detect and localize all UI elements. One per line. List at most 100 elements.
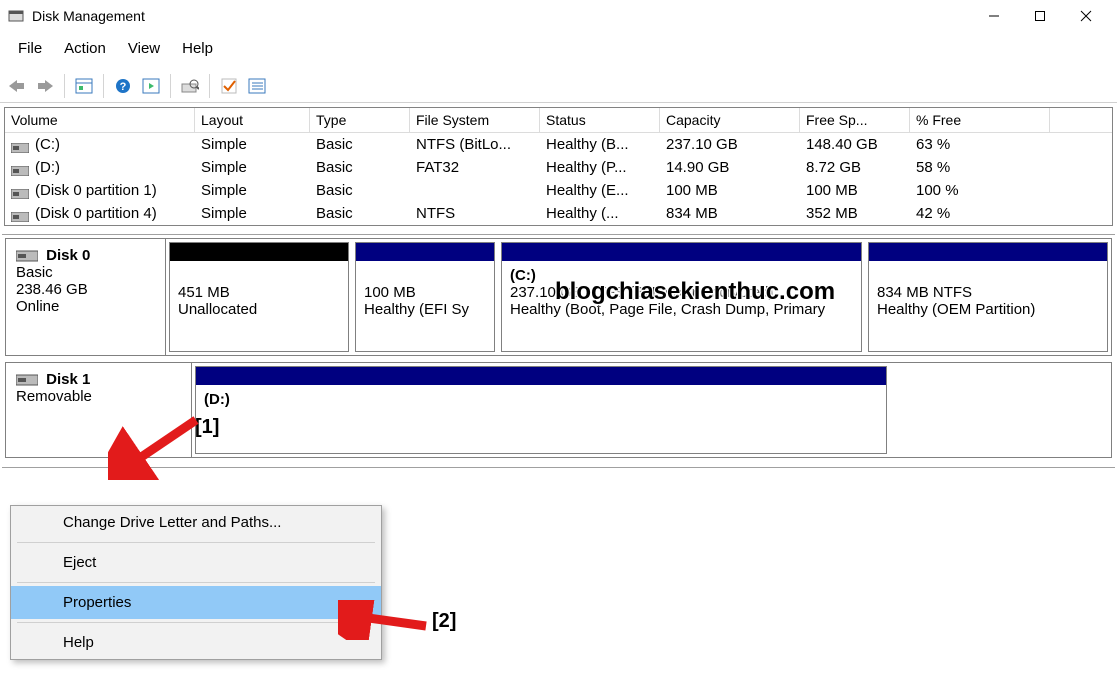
- volume-layout: Simple: [195, 156, 310, 179]
- partition-size: 834 MB NTFS: [877, 284, 972, 301]
- volume-free: 8.72 GB: [800, 156, 910, 179]
- volume-type: Basic: [310, 202, 410, 225]
- col-layout[interactable]: Layout: [195, 108, 310, 132]
- disk-icon: [16, 249, 38, 263]
- check-icon[interactable]: [216, 73, 242, 99]
- volume-pct: 42 %: [910, 202, 1050, 225]
- partition-status: Unallocated: [178, 301, 257, 318]
- col-pct-free[interactable]: % Free: [910, 108, 1050, 132]
- menu-help[interactable]: Help: [172, 38, 223, 59]
- ctx-eject[interactable]: Eject: [11, 546, 381, 579]
- col-free[interactable]: Free Sp...: [800, 108, 910, 132]
- partition-status: Healthy (EFI Sy: [364, 301, 469, 318]
- partition-d[interactable]: (D:): [195, 366, 887, 454]
- disk-status: Online: [16, 298, 59, 315]
- volume-status: Healthy (P...: [540, 156, 660, 179]
- volume-pct: 100 %: [910, 179, 1050, 202]
- app-icon: [8, 8, 24, 24]
- partition-unallocated[interactable]: 451 MBUnallocated: [169, 242, 349, 352]
- volume-row[interactable]: (C:) SimpleBasicNTFS (BitLo...Healthy (B.…: [5, 133, 1112, 156]
- volume-icon: [11, 186, 29, 196]
- partition-size: 451 MB: [178, 284, 230, 301]
- ctx-help[interactable]: Help: [11, 626, 381, 659]
- maximize-button[interactable]: [1017, 1, 1063, 31]
- arrow-1: [108, 410, 208, 480]
- menu-view[interactable]: View: [118, 38, 170, 59]
- partition-label: (D:): [204, 391, 230, 408]
- volume-name: (C:): [35, 136, 60, 153]
- partition-status: Healthy (OEM Partition): [877, 301, 1035, 318]
- toolbar: ?: [0, 69, 1117, 103]
- volume-row[interactable]: (Disk 0 partition 4)SimpleBasicNTFSHealt…: [5, 202, 1112, 225]
- volume-name: (Disk 0 partition 1): [35, 182, 157, 199]
- volume-fs: NTFS: [410, 202, 540, 225]
- partition-stripe: [170, 243, 348, 261]
- minimize-button[interactable]: [971, 1, 1017, 31]
- volume-fs: FAT32: [410, 156, 540, 179]
- ctx-properties[interactable]: Properties: [11, 586, 381, 619]
- volume-pct: 63 %: [910, 133, 1050, 156]
- disk-type: Removable: [16, 388, 92, 405]
- refresh-icon[interactable]: [138, 73, 164, 99]
- svg-text:?: ?: [120, 81, 127, 93]
- help-icon[interactable]: ?: [110, 73, 136, 99]
- close-button[interactable]: [1063, 1, 1109, 31]
- col-type[interactable]: Type: [310, 108, 410, 132]
- col-capacity[interactable]: Capacity: [660, 108, 800, 132]
- list-icon[interactable]: [244, 73, 270, 99]
- volume-type: Basic: [310, 156, 410, 179]
- col-volume[interactable]: Volume: [5, 108, 195, 132]
- window-title: Disk Management: [32, 8, 145, 24]
- settings-icon[interactable]: [71, 73, 97, 99]
- menu-action[interactable]: Action: [54, 38, 116, 59]
- volume-free: 100 MB: [800, 179, 910, 202]
- forward-button[interactable]: [32, 73, 58, 99]
- partition-stripe: [196, 367, 886, 385]
- arrow-2: [338, 600, 438, 640]
- disk-name: Disk 0: [46, 247, 90, 264]
- back-button[interactable]: [4, 73, 30, 99]
- volume-status: Healthy (B...: [540, 133, 660, 156]
- col-filesystem[interactable]: File System: [410, 108, 540, 132]
- volume-list: Volume Layout Type File System Status Ca…: [4, 107, 1113, 226]
- volume-list-header: Volume Layout Type File System Status Ca…: [5, 108, 1112, 133]
- disk-size: 238.46 GB: [16, 281, 88, 298]
- ctx-separator: [17, 622, 375, 623]
- volume-row[interactable]: (Disk 0 partition 1) SimpleBasic Healthy (…: [5, 179, 1112, 202]
- volume-layout: Simple: [195, 179, 310, 202]
- volume-capacity: 100 MB: [660, 179, 800, 202]
- disk-type: Basic: [16, 264, 53, 281]
- volume-free: 148.40 GB: [800, 133, 910, 156]
- volume-free: 352 MB: [800, 202, 910, 225]
- disk-icon: [16, 373, 38, 387]
- ctx-separator: [17, 582, 375, 583]
- volume-fs: [410, 179, 540, 202]
- partition-oem[interactable]: 834 MB NTFSHealthy (OEM Partition): [868, 242, 1108, 352]
- volume-type: Basic: [310, 133, 410, 156]
- volume-capacity: 237.10 GB: [660, 133, 800, 156]
- partition-label: (C:): [510, 267, 536, 284]
- volume-status: Healthy (E...: [540, 179, 660, 202]
- volume-layout: Simple: [195, 202, 310, 225]
- col-status[interactable]: Status: [540, 108, 660, 132]
- disk-name: Disk 1: [46, 371, 90, 388]
- menu-file[interactable]: File: [8, 38, 52, 59]
- ctx-separator: [17, 542, 375, 543]
- partition-efi[interactable]: 100 MBHealthy (EFI Sy: [355, 242, 495, 352]
- volume-icon: [11, 209, 29, 219]
- watermark-text: blogchiasekienthuc.com: [555, 278, 835, 306]
- menubar: File Action View Help: [0, 32, 1117, 69]
- volume-name: (D:): [35, 159, 60, 176]
- volume-capacity: 834 MB: [660, 202, 800, 225]
- volume-type: Basic: [310, 179, 410, 202]
- scan-icon[interactable]: [177, 73, 203, 99]
- volume-fs: NTFS (BitLo...: [410, 133, 540, 156]
- volume-capacity: 14.90 GB: [660, 156, 800, 179]
- disk-info-0[interactable]: Disk 0 Basic 238.46 GB Online: [6, 239, 166, 355]
- partition-stripe: [869, 243, 1107, 261]
- volume-icon: [11, 140, 29, 150]
- context-menu: Change Drive Letter and Paths... Eject P…: [10, 505, 382, 660]
- ctx-change-drive-letter[interactable]: Change Drive Letter and Paths...: [11, 506, 381, 539]
- volume-layout: Simple: [195, 133, 310, 156]
- volume-row[interactable]: (D:) SimpleBasicFAT32Healthy (P...14.90 G…: [5, 156, 1112, 179]
